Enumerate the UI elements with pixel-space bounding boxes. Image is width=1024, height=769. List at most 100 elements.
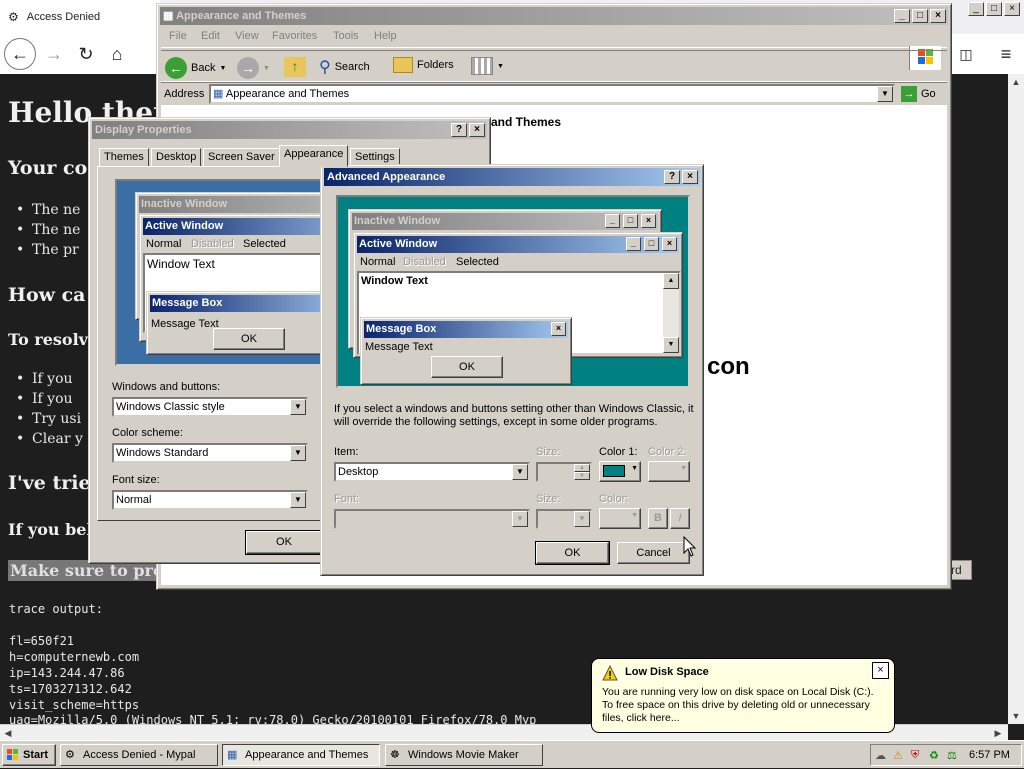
- preview-ok-button[interactable]: OK: [431, 356, 503, 378]
- chevron-down-icon[interactable]: ▼: [512, 464, 528, 480]
- chevron-down-icon[interactable]: ▼: [290, 492, 306, 508]
- start-button[interactable]: Start: [2, 744, 56, 766]
- item-select[interactable]: Desktop ▼: [334, 462, 530, 482]
- close-icon: ×: [662, 237, 677, 251]
- help-button[interactable]: ?: [664, 170, 680, 184]
- security-shield-icon[interactable]: ⛨: [911, 749, 925, 763]
- back-arrow-icon[interactable]: ←: [4, 38, 36, 70]
- network-icon[interactable]: ☁: [875, 749, 889, 763]
- scroll-down-icon: ▼: [663, 337, 679, 353]
- task-label: Appearance and Themes: [245, 749, 369, 761]
- update-icon[interactable]: ♻: [929, 749, 943, 763]
- color-scheme-select[interactable]: Windows Standard ▼: [112, 443, 308, 463]
- close-icon: ×: [641, 214, 656, 228]
- balloon-title: Low Disk Space: [625, 666, 709, 678]
- preview-menu-selected[interactable]: Selected: [456, 256, 499, 268]
- disk-warning-icon[interactable]: ⚠: [893, 749, 907, 763]
- browser-minimize-button[interactable]: _: [968, 2, 984, 16]
- menu-file[interactable]: File: [169, 30, 187, 42]
- preview-menu-disabled[interactable]: Disabled: [403, 256, 446, 268]
- chevron-down-icon: ▼: [574, 511, 590, 527]
- content-heading: and Themes: [491, 115, 562, 129]
- safely-remove-icon[interactable]: ⚖: [947, 749, 961, 763]
- ok-button[interactable]: OK: [245, 530, 323, 555]
- home-icon[interactable]: ⌂: [101, 38, 133, 70]
- address-input[interactable]: ▦ Appearance and Themes ▼: [209, 84, 895, 104]
- close-button[interactable]: ×: [682, 170, 698, 184]
- task-appearance-and-themes[interactable]: ▦ Appearance and Themes: [222, 744, 380, 766]
- chevron-down-icon[interactable]: ▼: [877, 86, 893, 102]
- list-item: The ne: [16, 202, 81, 218]
- cancel-button[interactable]: Cancel: [617, 542, 690, 564]
- menu-tools[interactable]: Tools: [333, 30, 359, 42]
- back-button[interactable]: ← Back ▼: [165, 57, 226, 79]
- views-button[interactable]: ▼: [471, 57, 504, 75]
- menu-favorites[interactable]: Favorites: [272, 30, 317, 42]
- chevron-down-icon[interactable]: ▼: [290, 399, 306, 415]
- reload-icon[interactable]: ↻: [70, 38, 102, 70]
- preview-message-box: Message Box Message Text OK: [146, 291, 333, 355]
- browser-maximize-button[interactable]: □: [986, 2, 1002, 16]
- preview-menu-normal[interactable]: Normal: [360, 256, 395, 268]
- menu-help[interactable]: Help: [374, 30, 397, 42]
- clock[interactable]: 6:57 PM: [969, 749, 1010, 761]
- tab-appearance[interactable]: Appearance: [279, 145, 349, 167]
- font-size-label: Font size:: [112, 474, 160, 486]
- maximize-button[interactable]: □: [912, 9, 928, 23]
- preview-inactive-title[interactable]: Inactive Window _ □ ×: [352, 213, 658, 230]
- windows-buttons-select[interactable]: Windows Classic style ▼: [112, 397, 308, 417]
- scroll-left-icon[interactable]: ◀: [0, 725, 16, 741]
- scroll-down-icon[interactable]: ▼: [1008, 708, 1024, 724]
- search-button[interactable]: ⚲ Search: [319, 57, 370, 77]
- minimize-icon: _: [605, 214, 620, 228]
- menu-view[interactable]: View: [235, 30, 259, 42]
- tab-screen-saver[interactable]: Screen Saver: [203, 148, 280, 167]
- advanced-preview[interactable]: Inactive Window _ □ × Active Window _ □ …: [336, 195, 690, 388]
- task-movie-maker[interactable]: ☸ Windows Movie Maker: [385, 744, 543, 766]
- browser-tab[interactable]: ⚙ Access Denied: [0, 0, 160, 34]
- low-disk-space-balloon[interactable]: Low Disk Space × You are running very lo…: [591, 658, 895, 733]
- scroll-up-icon[interactable]: ▲: [1008, 74, 1024, 90]
- preview-scrollbar[interactable]: ▲ ▼: [663, 273, 679, 353]
- mouse-cursor-icon: [683, 535, 697, 558]
- up-folder-button[interactable]: ↑: [284, 57, 306, 77]
- chevron-down-icon[interactable]: ▼: [290, 445, 306, 461]
- close-icon[interactable]: ×: [872, 662, 889, 679]
- advanced-appearance-title-bar[interactable]: Advanced Appearance ? ×: [324, 168, 700, 186]
- menu-edit[interactable]: Edit: [201, 30, 220, 42]
- forward-icon: →: [237, 57, 259, 79]
- taskbar: Start ⚙ Access Denied - Mypal ▦ Appearan…: [0, 740, 1024, 768]
- tab-desktop[interactable]: Desktop: [151, 148, 202, 167]
- help-button[interactable]: ?: [451, 123, 467, 137]
- minimize-button[interactable]: _: [894, 9, 910, 23]
- preview-message-box[interactable]: Message Box × Message Text OK: [360, 317, 572, 385]
- folder-icon: ▦: [163, 10, 174, 22]
- vertical-scrollbar[interactable]: ▲ ▼: [1008, 74, 1024, 724]
- task-access-denied[interactable]: ⚙ Access Denied - Mypal: [60, 744, 218, 766]
- forward-button[interactable]: → ▼: [237, 57, 270, 79]
- menu-hamburger-icon[interactable]: ≡: [990, 38, 1022, 70]
- close-button[interactable]: ×: [469, 123, 485, 137]
- preview-active-title[interactable]: Active Window _ □ ×: [357, 236, 679, 253]
- explorer-title-bar[interactable]: ▦ Appearance and Themes _ □ ×: [160, 7, 948, 25]
- font-size-value: Normal: [116, 494, 152, 506]
- balloon-body[interactable]: You are running very low on disk space o…: [602, 686, 887, 725]
- forward-arrow-icon[interactable]: →: [38, 38, 70, 70]
- scroll-right-icon[interactable]: ▶: [990, 725, 1006, 741]
- font-color-label: Color:: [599, 493, 629, 505]
- color1-picker[interactable]: ▼: [599, 461, 641, 482]
- go-label: Go: [921, 88, 936, 100]
- go-button[interactable]: → Go: [901, 86, 936, 102]
- partial-page-button[interactable]: rd: [950, 560, 972, 580]
- sidebar-icon[interactable]: ◫: [950, 38, 982, 70]
- display-properties-title-bar[interactable]: Display Properties ? ×: [92, 121, 487, 139]
- ok-button[interactable]: OK: [535, 541, 610, 565]
- preview-msgbox-title[interactable]: Message Box ×: [364, 321, 568, 338]
- tab-themes[interactable]: Themes: [99, 148, 149, 167]
- browser-close-button[interactable]: ×: [1004, 2, 1020, 16]
- folders-button[interactable]: Folders: [393, 57, 454, 73]
- close-button[interactable]: ×: [930, 9, 946, 23]
- font-size-select[interactable]: Normal ▼: [112, 490, 308, 510]
- address-value: Appearance and Themes: [225, 88, 350, 100]
- preview-menu-selected: Selected: [243, 238, 286, 250]
